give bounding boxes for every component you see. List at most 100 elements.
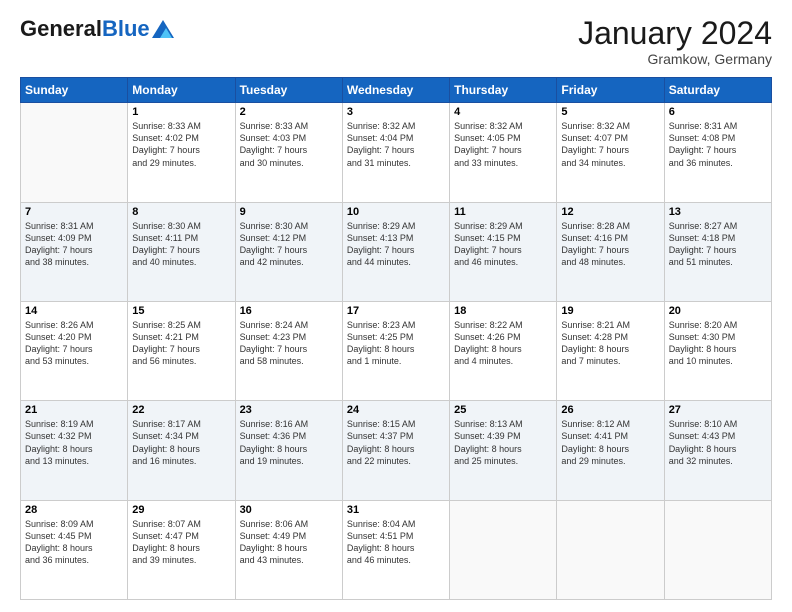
day-number: 4 bbox=[454, 106, 552, 118]
table-cell: 19 Sunrise: 8:21 AM Sunset: 4:28 PM Dayli… bbox=[557, 301, 664, 400]
day-info: Sunrise: 8:28 AM Sunset: 4:16 PM Dayligh… bbox=[561, 220, 659, 269]
table-cell: 20 Sunrise: 8:20 AM Sunset: 4:30 PM Dayli… bbox=[664, 301, 771, 400]
day-info: Sunrise: 8:21 AM Sunset: 4:28 PM Dayligh… bbox=[561, 319, 659, 368]
table-cell bbox=[557, 500, 664, 599]
table-cell: 31 Sunrise: 8:04 AM Sunset: 4:51 PM Dayli… bbox=[342, 500, 449, 599]
day-info: Sunrise: 8:20 AM Sunset: 4:30 PM Dayligh… bbox=[669, 319, 767, 368]
page: GeneralBlue January 2024 Gramkow, German… bbox=[0, 0, 792, 612]
day-number: 15 bbox=[132, 305, 230, 317]
calendar-table: Sunday Monday Tuesday Wednesday Thursday… bbox=[20, 77, 772, 600]
day-number: 2 bbox=[240, 106, 338, 118]
day-info: Sunrise: 8:32 AM Sunset: 4:05 PM Dayligh… bbox=[454, 120, 552, 169]
day-info: Sunrise: 8:09 AM Sunset: 4:45 PM Dayligh… bbox=[25, 518, 123, 567]
table-cell: 27 Sunrise: 8:10 AM Sunset: 4:43 PM Dayli… bbox=[664, 401, 771, 500]
table-cell: 11Sunrise: 8:29 AM Sunset: 4:15 PM Dayli… bbox=[450, 202, 557, 301]
day-number: 11 bbox=[454, 206, 552, 218]
day-info: Sunrise: 8:17 AM Sunset: 4:34 PM Dayligh… bbox=[132, 418, 230, 467]
header-tuesday: Tuesday bbox=[235, 78, 342, 103]
table-cell: 3 Sunrise: 8:32 AM Sunset: 4:04 PM Daylig… bbox=[342, 103, 449, 202]
table-cell bbox=[21, 103, 128, 202]
day-number: 26 bbox=[561, 404, 659, 416]
day-number: 5 bbox=[561, 106, 659, 118]
table-cell: 24Sunrise: 8:15 AM Sunset: 4:37 PM Dayli… bbox=[342, 401, 449, 500]
day-info: Sunrise: 8:31 AM Sunset: 4:08 PM Dayligh… bbox=[669, 120, 767, 169]
day-info: Sunrise: 8:32 AM Sunset: 4:04 PM Dayligh… bbox=[347, 120, 445, 169]
table-cell: 23Sunrise: 8:16 AM Sunset: 4:36 PM Dayli… bbox=[235, 401, 342, 500]
day-number: 18 bbox=[454, 305, 552, 317]
day-info: Sunrise: 8:27 AM Sunset: 4:18 PM Dayligh… bbox=[669, 220, 767, 269]
weekday-header-row: Sunday Monday Tuesday Wednesday Thursday… bbox=[21, 78, 772, 103]
day-number: 7 bbox=[25, 206, 123, 218]
day-info: Sunrise: 8:12 AM Sunset: 4:41 PM Dayligh… bbox=[561, 418, 659, 467]
day-number: 19 bbox=[561, 305, 659, 317]
table-cell: 28 Sunrise: 8:09 AM Sunset: 4:45 PM Dayli… bbox=[21, 500, 128, 599]
day-info: Sunrise: 8:04 AM Sunset: 4:51 PM Dayligh… bbox=[347, 518, 445, 567]
day-info: Sunrise: 8:22 AM Sunset: 4:26 PM Dayligh… bbox=[454, 319, 552, 368]
day-info: Sunrise: 8:24 AM Sunset: 4:23 PM Dayligh… bbox=[240, 319, 338, 368]
day-number: 30 bbox=[240, 504, 338, 516]
header-wednesday: Wednesday bbox=[342, 78, 449, 103]
day-number: 29 bbox=[132, 504, 230, 516]
header-friday: Friday bbox=[557, 78, 664, 103]
table-cell: 30Sunrise: 8:06 AM Sunset: 4:49 PM Dayli… bbox=[235, 500, 342, 599]
day-info: Sunrise: 8:30 AM Sunset: 4:11 PM Dayligh… bbox=[132, 220, 230, 269]
table-cell: 8 Sunrise: 8:30 AM Sunset: 4:11 PM Daylig… bbox=[128, 202, 235, 301]
logo: GeneralBlue bbox=[20, 16, 174, 42]
header-saturday: Saturday bbox=[664, 78, 771, 103]
day-number: 25 bbox=[454, 404, 552, 416]
day-number: 13 bbox=[669, 206, 767, 218]
day-number: 20 bbox=[669, 305, 767, 317]
table-cell: 7 Sunrise: 8:31 AM Sunset: 4:09 PM Daylig… bbox=[21, 202, 128, 301]
day-number: 28 bbox=[25, 504, 123, 516]
table-cell: 2Sunrise: 8:33 AM Sunset: 4:03 PM Daylig… bbox=[235, 103, 342, 202]
day-number: 27 bbox=[669, 404, 767, 416]
day-number: 3 bbox=[347, 106, 445, 118]
table-cell: 12 Sunrise: 8:28 AM Sunset: 4:16 PM Dayli… bbox=[557, 202, 664, 301]
table-cell: 13 Sunrise: 8:27 AM Sunset: 4:18 PM Dayli… bbox=[664, 202, 771, 301]
day-info: Sunrise: 8:33 AM Sunset: 4:02 PM Dayligh… bbox=[132, 120, 230, 169]
calendar-week-row: 21Sunrise: 8:19 AM Sunset: 4:32 PM Dayli… bbox=[21, 401, 772, 500]
day-info: Sunrise: 8:30 AM Sunset: 4:12 PM Dayligh… bbox=[240, 220, 338, 269]
header-monday: Monday bbox=[128, 78, 235, 103]
table-cell: 10 Sunrise: 8:29 AM Sunset: 4:13 PM Dayli… bbox=[342, 202, 449, 301]
day-number: 24 bbox=[347, 404, 445, 416]
calendar-week-row: 1 Sunrise: 8:33 AM Sunset: 4:02 PM Daylig… bbox=[21, 103, 772, 202]
table-cell: 1 Sunrise: 8:33 AM Sunset: 4:02 PM Daylig… bbox=[128, 103, 235, 202]
logo-icon bbox=[152, 20, 174, 38]
day-info: Sunrise: 8:31 AM Sunset: 4:09 PM Dayligh… bbox=[25, 220, 123, 269]
logo-general: GeneralBlue bbox=[20, 16, 150, 42]
month-title: January 2024 bbox=[578, 16, 772, 51]
table-cell: 14Sunrise: 8:26 AM Sunset: 4:20 PM Dayli… bbox=[21, 301, 128, 400]
day-info: Sunrise: 8:16 AM Sunset: 4:36 PM Dayligh… bbox=[240, 418, 338, 467]
day-info: Sunrise: 8:26 AM Sunset: 4:20 PM Dayligh… bbox=[25, 319, 123, 368]
day-info: Sunrise: 8:25 AM Sunset: 4:21 PM Dayligh… bbox=[132, 319, 230, 368]
day-number: 9 bbox=[240, 206, 338, 218]
day-number: 6 bbox=[669, 106, 767, 118]
day-number: 17 bbox=[347, 305, 445, 317]
day-number: 12 bbox=[561, 206, 659, 218]
calendar-week-row: 28 Sunrise: 8:09 AM Sunset: 4:45 PM Dayli… bbox=[21, 500, 772, 599]
table-cell bbox=[450, 500, 557, 599]
table-cell: 17 Sunrise: 8:23 AM Sunset: 4:25 PM Dayli… bbox=[342, 301, 449, 400]
day-info: Sunrise: 8:10 AM Sunset: 4:43 PM Dayligh… bbox=[669, 418, 767, 467]
day-info: Sunrise: 8:19 AM Sunset: 4:32 PM Dayligh… bbox=[25, 418, 123, 467]
day-info: Sunrise: 8:29 AM Sunset: 4:13 PM Dayligh… bbox=[347, 220, 445, 269]
day-info: Sunrise: 8:23 AM Sunset: 4:25 PM Dayligh… bbox=[347, 319, 445, 368]
day-number: 1 bbox=[132, 106, 230, 118]
header-sunday: Sunday bbox=[21, 78, 128, 103]
table-cell: 4 Sunrise: 8:32 AM Sunset: 4:05 PM Daylig… bbox=[450, 103, 557, 202]
table-cell bbox=[664, 500, 771, 599]
day-number: 31 bbox=[347, 504, 445, 516]
day-number: 8 bbox=[132, 206, 230, 218]
calendar-week-row: 7 Sunrise: 8:31 AM Sunset: 4:09 PM Daylig… bbox=[21, 202, 772, 301]
table-cell: 21Sunrise: 8:19 AM Sunset: 4:32 PM Dayli… bbox=[21, 401, 128, 500]
day-info: Sunrise: 8:32 AM Sunset: 4:07 PM Dayligh… bbox=[561, 120, 659, 169]
day-info: Sunrise: 8:07 AM Sunset: 4:47 PM Dayligh… bbox=[132, 518, 230, 567]
table-cell: 18 Sunrise: 8:22 AM Sunset: 4:26 PM Dayli… bbox=[450, 301, 557, 400]
header-thursday: Thursday bbox=[450, 78, 557, 103]
day-number: 22 bbox=[132, 404, 230, 416]
table-cell: 5 Sunrise: 8:32 AM Sunset: 4:07 PM Daylig… bbox=[557, 103, 664, 202]
day-number: 10 bbox=[347, 206, 445, 218]
title-block: January 2024 Gramkow, Germany bbox=[578, 16, 772, 67]
table-cell: 9 Sunrise: 8:30 AM Sunset: 4:12 PM Daylig… bbox=[235, 202, 342, 301]
